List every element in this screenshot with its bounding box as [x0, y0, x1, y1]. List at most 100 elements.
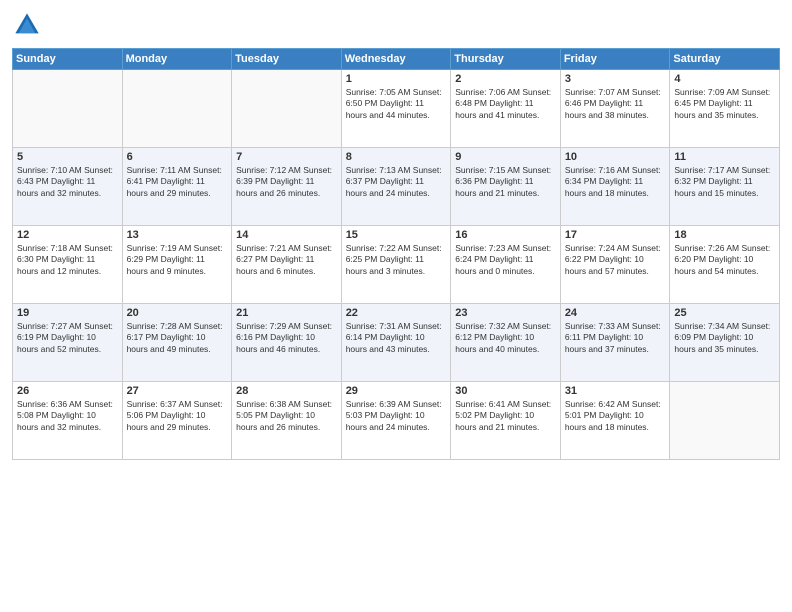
calendar-header-row: SundayMondayTuesdayWednesdayThursdayFrid…	[13, 49, 780, 70]
day-info: Sunrise: 7:31 AM Sunset: 6:14 PM Dayligh…	[346, 321, 447, 355]
calendar-cell: 28 Sunrise: 6:38 AM Sunset: 5:05 PM Dayli…	[232, 382, 342, 460]
day-number: 30	[455, 385, 556, 397]
calendar-header-saturday: Saturday	[670, 49, 780, 70]
calendar-cell	[670, 382, 780, 460]
day-info: Sunrise: 7:28 AM Sunset: 6:17 PM Dayligh…	[127, 321, 228, 355]
calendar-cell: 15 Sunrise: 7:22 AM Sunset: 6:25 PM Dayli…	[341, 226, 451, 304]
day-number: 7	[236, 151, 337, 163]
day-number: 8	[346, 151, 447, 163]
day-number: 16	[455, 229, 556, 241]
calendar-cell: 31 Sunrise: 6:42 AM Sunset: 5:01 PM Dayli…	[560, 382, 670, 460]
day-number: 28	[236, 385, 337, 397]
calendar-cell: 23 Sunrise: 7:32 AM Sunset: 6:12 PM Dayli…	[451, 304, 561, 382]
day-info: Sunrise: 7:12 AM Sunset: 6:39 PM Dayligh…	[236, 165, 337, 199]
day-number: 4	[674, 73, 775, 85]
day-info: Sunrise: 7:07 AM Sunset: 6:46 PM Dayligh…	[565, 87, 666, 121]
calendar-cell: 8 Sunrise: 7:13 AM Sunset: 6:37 PM Daylig…	[341, 148, 451, 226]
day-number: 13	[127, 229, 228, 241]
header	[12, 10, 780, 40]
calendar-cell: 27Sunrise: 6:37 AM Sunset: 5:06 PM Dayli…	[122, 382, 232, 460]
day-number: 19	[17, 307, 118, 319]
day-info: Sunrise: 7:33 AM Sunset: 6:11 PM Dayligh…	[565, 321, 666, 355]
day-number: 10	[565, 151, 666, 163]
page: SundayMondayTuesdayWednesdayThursdayFrid…	[0, 0, 792, 612]
day-number: 23	[455, 307, 556, 319]
calendar-week-row: 19 Sunrise: 7:27 AM Sunset: 6:19 PM Dayli…	[13, 304, 780, 382]
day-number: 24	[565, 307, 666, 319]
day-info: Sunrise: 7:22 AM Sunset: 6:25 PM Dayligh…	[346, 243, 447, 277]
calendar-cell: 6 Sunrise: 7:11 AM Sunset: 6:41 PM Daylig…	[122, 148, 232, 226]
day-info: Sunrise: 7:21 AM Sunset: 6:27 PM Dayligh…	[236, 243, 337, 277]
calendar-cell	[122, 70, 232, 148]
day-info: Sunrise: 7:17 AM Sunset: 6:32 PM Dayligh…	[674, 165, 775, 199]
day-info: Sunrise: 7:05 AM Sunset: 6:50 PM Dayligh…	[346, 87, 447, 121]
calendar-cell: 21 Sunrise: 7:29 AM Sunset: 6:16 PM Dayli…	[232, 304, 342, 382]
calendar-cell: 13 Sunrise: 7:19 AM Sunset: 6:29 PM Dayli…	[122, 226, 232, 304]
day-number: 25	[674, 307, 775, 319]
day-info: Sunrise: 7:29 AM Sunset: 6:16 PM Dayligh…	[236, 321, 337, 355]
day-info: Sunrise: 7:24 AM Sunset: 6:22 PM Dayligh…	[565, 243, 666, 277]
day-info: Sunrise: 7:16 AM Sunset: 6:34 PM Dayligh…	[565, 165, 666, 199]
calendar-cell: 30Sunrise: 6:41 AM Sunset: 5:02 PM Dayli…	[451, 382, 561, 460]
day-number: 11	[674, 151, 775, 163]
calendar-header-friday: Friday	[560, 49, 670, 70]
calendar-cell: 18Sunrise: 7:26 AM Sunset: 6:20 PM Dayli…	[670, 226, 780, 304]
logo	[12, 10, 46, 40]
day-info: Sunrise: 6:38 AM Sunset: 5:05 PM Dayligh…	[236, 399, 337, 433]
calendar-cell: 9Sunrise: 7:15 AM Sunset: 6:36 PM Daylig…	[451, 148, 561, 226]
calendar-header-sunday: Sunday	[13, 49, 123, 70]
day-info: Sunrise: 6:42 AM Sunset: 5:01 PM Dayligh…	[565, 399, 666, 433]
calendar-week-row: 12Sunrise: 7:18 AM Sunset: 6:30 PM Dayli…	[13, 226, 780, 304]
day-number: 1	[346, 73, 447, 85]
calendar-cell: 3 Sunrise: 7:07 AM Sunset: 6:46 PM Daylig…	[560, 70, 670, 148]
day-number: 21	[236, 307, 337, 319]
day-info: Sunrise: 6:36 AM Sunset: 5:08 PM Dayligh…	[17, 399, 118, 433]
day-info: Sunrise: 7:11 AM Sunset: 6:41 PM Dayligh…	[127, 165, 228, 199]
calendar-cell: 24 Sunrise: 7:33 AM Sunset: 6:11 PM Dayli…	[560, 304, 670, 382]
day-info: Sunrise: 7:27 AM Sunset: 6:19 PM Dayligh…	[17, 321, 118, 355]
calendar-table: SundayMondayTuesdayWednesdayThursdayFrid…	[12, 48, 780, 460]
day-number: 22	[346, 307, 447, 319]
calendar-cell: 16 Sunrise: 7:23 AM Sunset: 6:24 PM Dayli…	[451, 226, 561, 304]
calendar-cell: 7 Sunrise: 7:12 AM Sunset: 6:39 PM Daylig…	[232, 148, 342, 226]
day-info: Sunrise: 7:09 AM Sunset: 6:45 PM Dayligh…	[674, 87, 775, 121]
day-info: Sunrise: 7:15 AM Sunset: 6:36 PM Dayligh…	[455, 165, 556, 199]
day-number: 14	[236, 229, 337, 241]
day-info: Sunrise: 6:39 AM Sunset: 5:03 PM Dayligh…	[346, 399, 447, 433]
day-number: 12	[17, 229, 118, 241]
day-info: Sunrise: 7:23 AM Sunset: 6:24 PM Dayligh…	[455, 243, 556, 277]
day-info: Sunrise: 7:34 AM Sunset: 6:09 PM Dayligh…	[674, 321, 775, 355]
day-number: 6	[127, 151, 228, 163]
calendar-header-monday: Monday	[122, 49, 232, 70]
day-number: 17	[565, 229, 666, 241]
logo-icon	[12, 10, 42, 40]
day-info: Sunrise: 7:19 AM Sunset: 6:29 PM Dayligh…	[127, 243, 228, 277]
calendar-header-wednesday: Wednesday	[341, 49, 451, 70]
calendar-cell: 14 Sunrise: 7:21 AM Sunset: 6:27 PM Dayli…	[232, 226, 342, 304]
calendar-cell: 11 Sunrise: 7:17 AM Sunset: 6:32 PM Dayli…	[670, 148, 780, 226]
day-number: 31	[565, 385, 666, 397]
calendar-cell: 29Sunrise: 6:39 AM Sunset: 5:03 PM Dayli…	[341, 382, 451, 460]
day-info: Sunrise: 6:37 AM Sunset: 5:06 PM Dayligh…	[127, 399, 228, 433]
day-number: 5	[17, 151, 118, 163]
day-info: Sunrise: 7:06 AM Sunset: 6:48 PM Dayligh…	[455, 87, 556, 121]
day-number: 15	[346, 229, 447, 241]
calendar-cell: 2 Sunrise: 7:06 AM Sunset: 6:48 PM Daylig…	[451, 70, 561, 148]
calendar-cell: 26 Sunrise: 6:36 AM Sunset: 5:08 PM Dayli…	[13, 382, 123, 460]
calendar-cell: 4 Sunrise: 7:09 AM Sunset: 6:45 PM Daylig…	[670, 70, 780, 148]
calendar-header-thursday: Thursday	[451, 49, 561, 70]
day-number: 26	[17, 385, 118, 397]
day-number: 2	[455, 73, 556, 85]
calendar-cell: 1 Sunrise: 7:05 AM Sunset: 6:50 PM Daylig…	[341, 70, 451, 148]
day-info: Sunrise: 7:10 AM Sunset: 6:43 PM Dayligh…	[17, 165, 118, 199]
day-number: 18	[674, 229, 775, 241]
calendar-cell	[13, 70, 123, 148]
day-info: Sunrise: 7:13 AM Sunset: 6:37 PM Dayligh…	[346, 165, 447, 199]
calendar-cell: 20Sunrise: 7:28 AM Sunset: 6:17 PM Dayli…	[122, 304, 232, 382]
calendar-cell: 12Sunrise: 7:18 AM Sunset: 6:30 PM Dayli…	[13, 226, 123, 304]
calendar-cell: 5 Sunrise: 7:10 AM Sunset: 6:43 PM Daylig…	[13, 148, 123, 226]
day-info: Sunrise: 7:32 AM Sunset: 6:12 PM Dayligh…	[455, 321, 556, 355]
day-number: 3	[565, 73, 666, 85]
calendar-week-row: 5 Sunrise: 7:10 AM Sunset: 6:43 PM Daylig…	[13, 148, 780, 226]
calendar-header-tuesday: Tuesday	[232, 49, 342, 70]
